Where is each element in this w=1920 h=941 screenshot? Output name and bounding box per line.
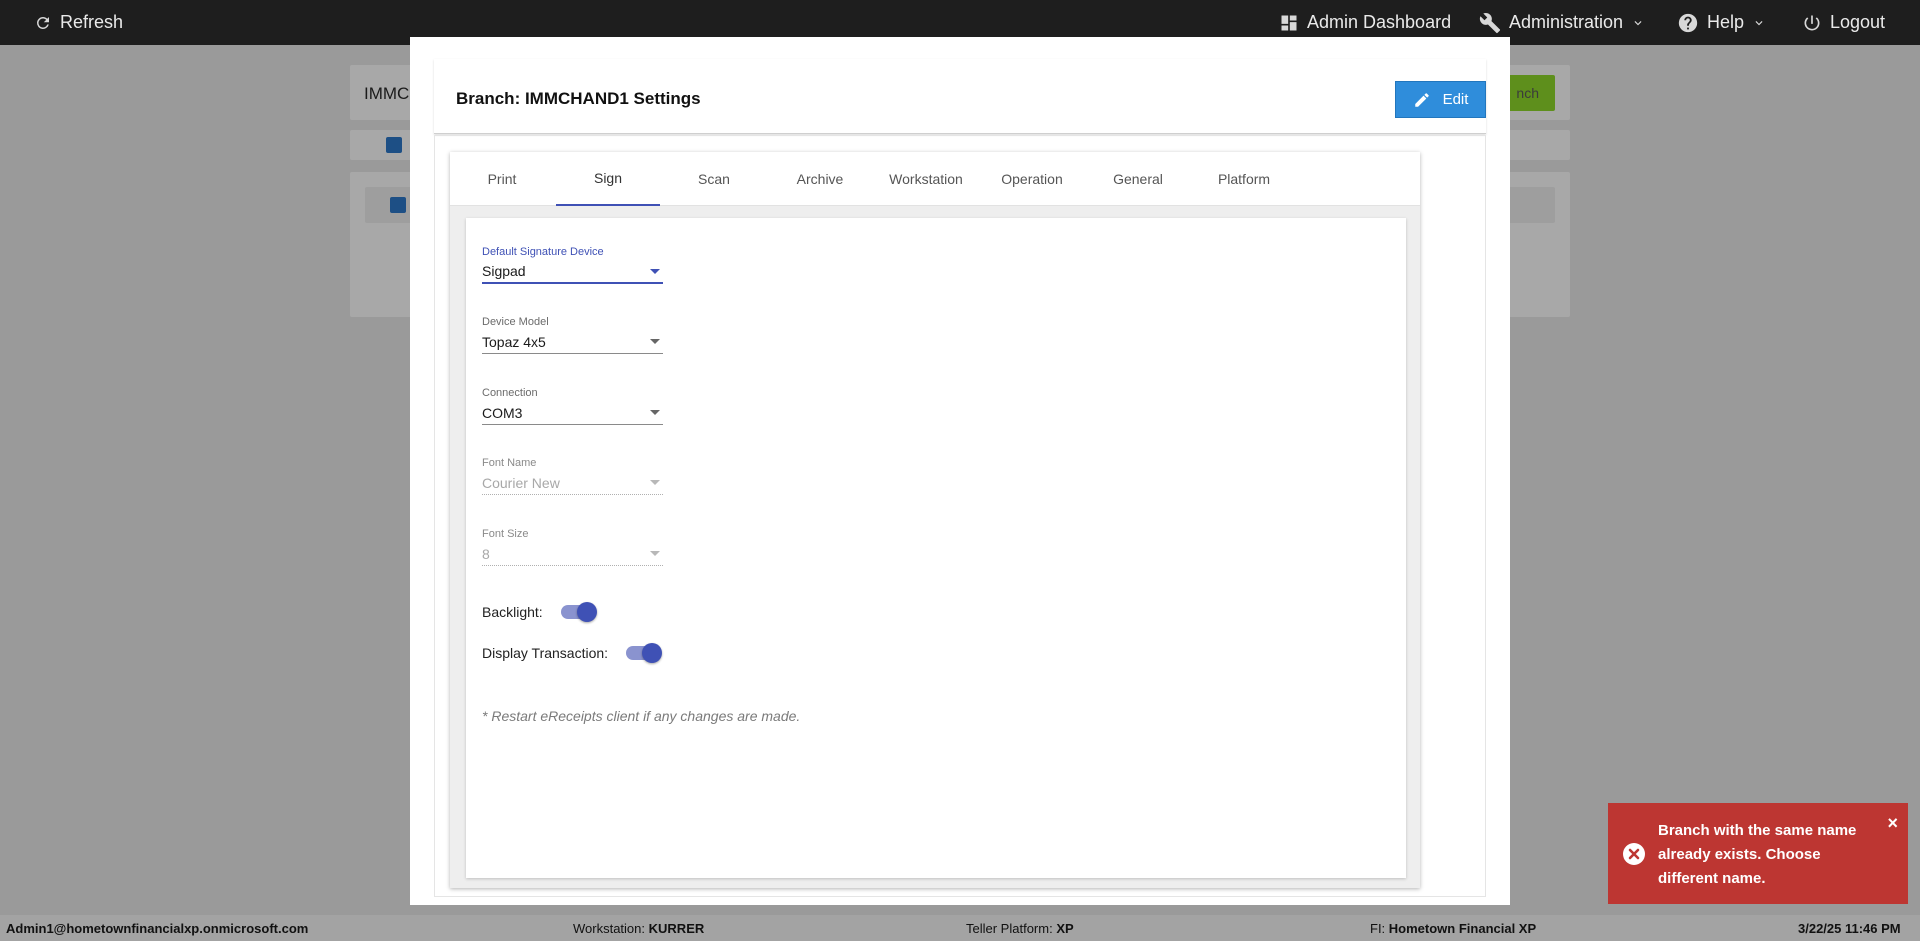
- fi-label: FI:: [1370, 921, 1386, 936]
- font-name-value: Courier New: [482, 474, 560, 491]
- user-email: Admin1@hometownfinancialxp.onmicrosoft.c…: [6, 921, 309, 936]
- fi-info: FI: Hometown Financial XP: [1370, 921, 1536, 936]
- signature-device-label: Default Signature Device: [482, 246, 604, 258]
- wrench-icon: [1479, 12, 1501, 33]
- admin-dashboard-label: Admin Dashboard: [1307, 12, 1452, 32]
- datetime: 3/22/25 11:46 PM: [1798, 921, 1901, 936]
- dropdown-arrow-icon: [650, 480, 660, 485]
- add-branch-label: nch: [1516, 85, 1539, 101]
- logout-button[interactable]: Logout: [1802, 0, 1885, 45]
- fi-value: Hometown Financial XP: [1388, 921, 1537, 936]
- pencil-icon: [1414, 92, 1429, 107]
- workstation-label: Workstation:: [573, 921, 646, 936]
- tab-archive[interactable]: Archive: [768, 152, 872, 206]
- add-branch-button[interactable]: nch: [1505, 75, 1555, 111]
- toggle-thumb: [576, 602, 597, 622]
- font-name-field: Font Name Courier New: [482, 457, 663, 495]
- refresh-icon: [36, 16, 49, 29]
- select-all-checkbox[interactable]: [386, 137, 402, 153]
- tab-workstation[interactable]: Workstation: [874, 152, 978, 206]
- power-icon: [1804, 15, 1820, 30]
- settings-panel: Print Sign Scan Archive Workstation Oper…: [450, 152, 1420, 888]
- tab-operation[interactable]: Operation: [980, 152, 1084, 206]
- font-name-label: Font Name: [482, 457, 537, 469]
- font-size-field: Font Size 8: [482, 528, 663, 566]
- tab-print[interactable]: Print: [450, 152, 554, 206]
- help-label: Help: [1707, 12, 1745, 32]
- device-model-select[interactable]: Topaz 4x5: [482, 330, 663, 354]
- modal-header: Branch: IMMCHAND1 Settings Edit: [434, 59, 1486, 134]
- chevron-down-icon: [1634, 20, 1642, 25]
- branch-row-checkbox[interactable]: [390, 197, 406, 213]
- tab-general[interactable]: General: [1086, 152, 1190, 206]
- error-icon: [1623, 843, 1645, 865]
- edit-button[interactable]: Edit: [1395, 81, 1486, 118]
- display-transaction-label: Display Transaction:: [482, 645, 609, 661]
- backlight-label: Backlight:: [482, 604, 543, 620]
- toast-message: Branch with the same name already exists…: [1658, 822, 1857, 887]
- signature-device-select[interactable]: Sigpad: [482, 260, 663, 284]
- refresh-label: Refresh: [60, 12, 124, 32]
- dropdown-arrow-icon: [650, 551, 660, 556]
- signature-device-field: Default Signature Device Sigpad: [482, 246, 663, 284]
- tab-scan[interactable]: Scan: [662, 152, 766, 206]
- dropdown-arrow-icon: [650, 269, 660, 274]
- connection-field: Connection COM3: [482, 387, 663, 425]
- error-toast: Branch with the same name already exists…: [1608, 803, 1908, 904]
- logout-label: Logout: [1830, 12, 1886, 32]
- help-icon: [1678, 13, 1698, 32]
- administration-label: Administration: [1509, 12, 1624, 32]
- font-size-value: 8: [482, 545, 490, 562]
- restart-note: * Restart eReceipts client if any change…: [482, 708, 801, 724]
- display-transaction-row: Display Transaction:: [482, 643, 663, 663]
- device-model-label: Device Model: [482, 316, 549, 328]
- signature-device-value: Sigpad: [482, 263, 526, 279]
- sign-tab-content: Default Signature Device Sigpad Device M…: [450, 206, 1420, 888]
- branch-settings-modal: Branch: IMMCHAND1 Settings Edit Print Si…: [410, 37, 1510, 905]
- device-model-value: Topaz 4x5: [482, 333, 546, 350]
- workstation-info: Workstation: KURRER: [573, 921, 704, 936]
- tab-sign[interactable]: Sign: [556, 152, 660, 206]
- backlight-row: Backlight:: [482, 602, 597, 622]
- platform-label: Teller Platform:: [966, 921, 1053, 936]
- platform-value: XP: [1056, 921, 1074, 936]
- platform-info: Teller Platform: XP: [966, 921, 1074, 936]
- font-name-select: Courier New: [482, 471, 663, 495]
- toggle-thumb: [642, 643, 663, 663]
- modal-title: Branch: IMMCHAND1 Settings: [456, 89, 701, 108]
- display-transaction-toggle[interactable]: [626, 643, 663, 663]
- backlight-toggle[interactable]: [560, 602, 597, 622]
- settings-tabs: Print Sign Scan Archive Workstation Oper…: [450, 152, 1420, 206]
- close-icon[interactable]: ×: [1887, 813, 1898, 834]
- connection-select[interactable]: COM3: [482, 401, 663, 425]
- font-size-select: 8: [482, 542, 663, 566]
- font-size-label: Font Size: [482, 528, 529, 540]
- workstation-value: KURRER: [648, 921, 705, 936]
- dashboard-icon: [1281, 15, 1297, 30]
- tab-platform[interactable]: Platform: [1192, 152, 1296, 206]
- status-bar: Admin1@hometownfinancialxp.onmicrosoft.c…: [0, 915, 1920, 941]
- sign-settings-card: Default Signature Device Sigpad Device M…: [466, 218, 1406, 878]
- dropdown-arrow-icon: [650, 339, 660, 344]
- dropdown-arrow-icon: [650, 410, 660, 415]
- edit-label: Edit: [1442, 91, 1469, 108]
- help-menu[interactable]: Help: [1677, 0, 1766, 45]
- refresh-button[interactable]: Refresh: [34, 0, 123, 45]
- connection-label: Connection: [482, 387, 538, 399]
- chevron-down-icon: [1755, 20, 1763, 25]
- device-model-field: Device Model Topaz 4x5: [482, 316, 663, 354]
- connection-value: COM3: [482, 404, 523, 421]
